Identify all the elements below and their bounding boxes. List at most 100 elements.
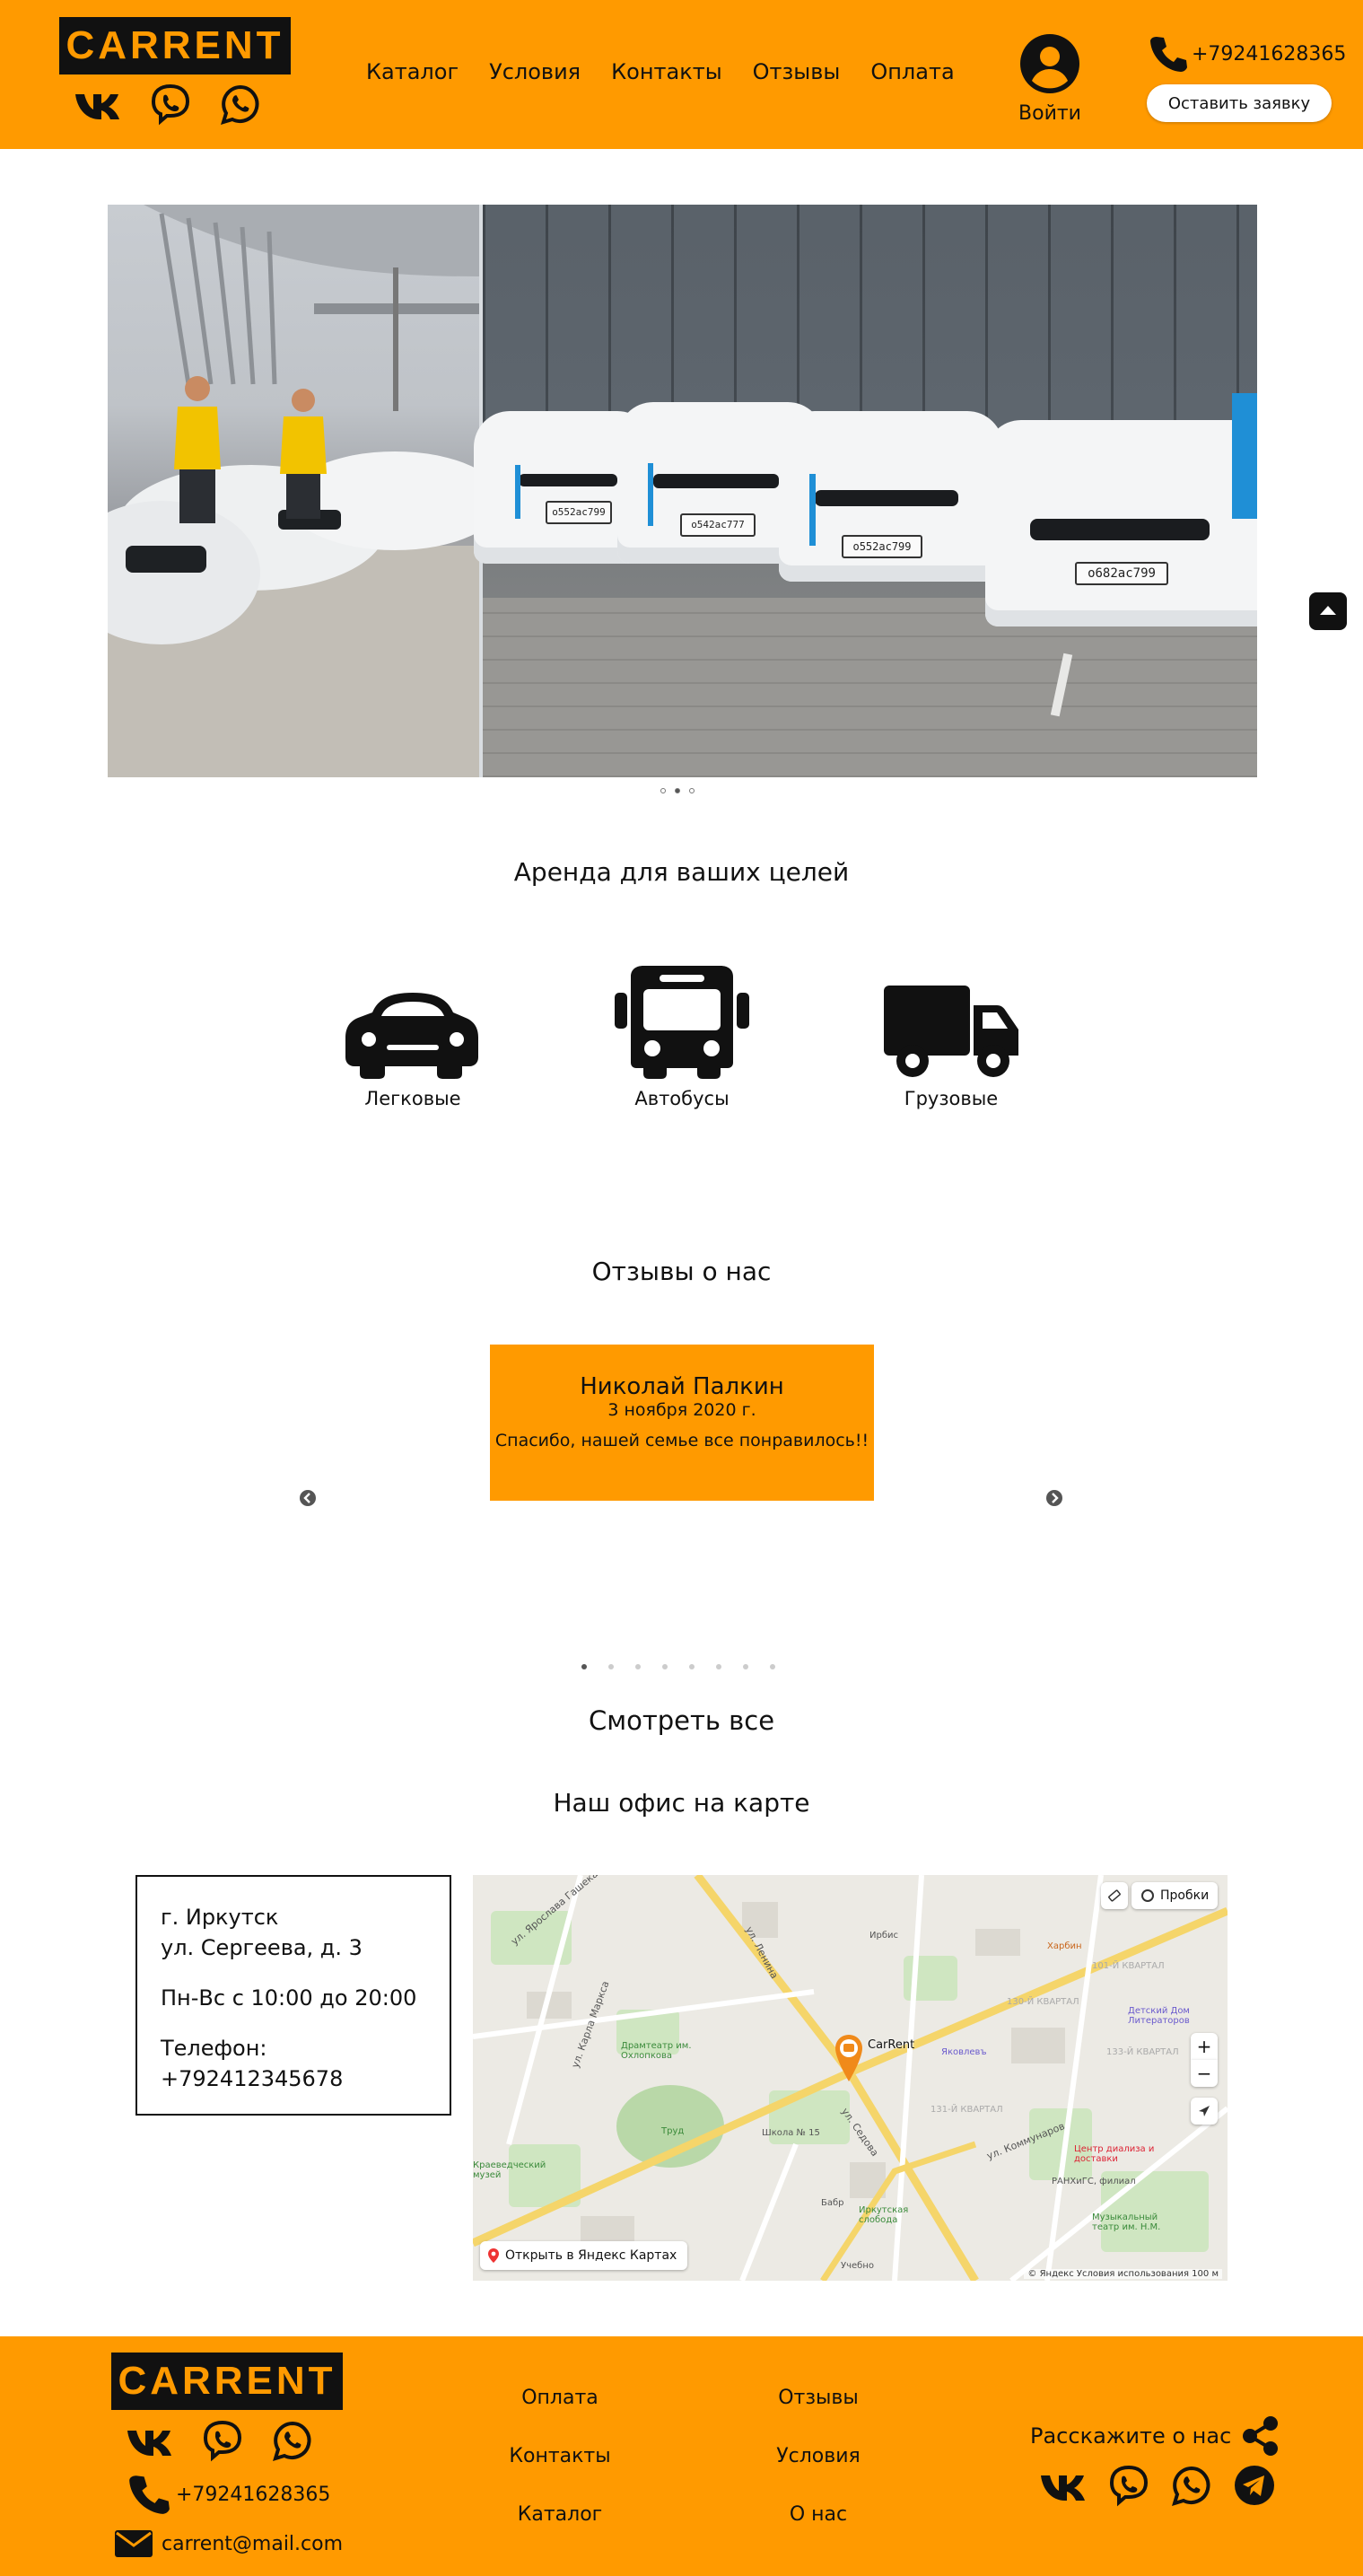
slider-dot[interactable] bbox=[660, 788, 666, 793]
office-map[interactable]: ул. Ярослава Гашека ул. Ленина ул. Седов… bbox=[473, 1875, 1228, 2281]
map-label: Иркутская слобода bbox=[859, 2205, 909, 2225]
review-prev-button[interactable] bbox=[300, 1490, 316, 1506]
category-trucks[interactable]: Грузовые bbox=[870, 986, 1032, 1109]
review-dot[interactable] bbox=[662, 1664, 668, 1669]
footer-email[interactable]: carrent@mail.com bbox=[115, 2530, 343, 2557]
map-label: 130-Й КВАРТАЛ bbox=[1007, 1997, 1079, 2007]
ruler-icon bbox=[1108, 1889, 1121, 1902]
office-city: г. Иркутск bbox=[161, 1905, 279, 1930]
vk-icon[interactable] bbox=[74, 89, 122, 119]
chevron-left-icon bbox=[303, 1493, 310, 1503]
map-label: Яковлевъ bbox=[941, 2047, 987, 2057]
see-all-reviews-link[interactable]: Смотреть все bbox=[0, 1705, 1363, 1736]
map-label: Бабр bbox=[821, 2198, 844, 2208]
map-label: Драмтеатр им. Охлопкова bbox=[621, 2041, 692, 2061]
nav-reviews[interactable]: Отзывы bbox=[753, 59, 841, 84]
login-label: Войти bbox=[1018, 102, 1081, 125]
zoom-out-button[interactable]: − bbox=[1191, 2060, 1218, 2087]
share-socials bbox=[1039, 2464, 1276, 2507]
map-label: Детский Дом Литераторов bbox=[1128, 2006, 1190, 2026]
category-label: Легковые bbox=[364, 1088, 461, 1109]
nav-contacts[interactable]: Контакты bbox=[611, 59, 722, 84]
footer-phone[interactable]: +79241628365 bbox=[127, 2473, 330, 2516]
review-dot[interactable] bbox=[770, 1664, 775, 1669]
map-label: Краеведческий музей bbox=[473, 2160, 546, 2180]
header-phone-number: +79241628365 bbox=[1192, 42, 1347, 66]
hero-slider[interactable]: о552ас799 о542ас777 о552ас799 о682ас799 bbox=[108, 205, 1257, 777]
office-address: г. Иркутск ул. Сергеева, д. 3 bbox=[161, 1902, 426, 1963]
category-buses[interactable]: Автобусы bbox=[601, 966, 763, 1109]
scroll-to-top-button[interactable] bbox=[1309, 592, 1347, 630]
office-title: Наш офис на карте bbox=[553, 1788, 810, 1818]
footer-link-reviews[interactable]: Отзывы bbox=[729, 2387, 908, 2409]
site-header: CARRENT Каталог Условия Контакты Отзывы … bbox=[0, 0, 1363, 149]
office-info: г. Иркутск ул. Сергеева, д. 3 Пн-Вс с 10… bbox=[135, 1875, 451, 2116]
footer-link-catalog[interactable]: Каталог bbox=[470, 2503, 650, 2526]
header-socials bbox=[74, 83, 262, 126]
nav-conditions[interactable]: Условия bbox=[489, 59, 581, 84]
nav-catalog[interactable]: Каталог bbox=[366, 59, 459, 84]
review-dot[interactable] bbox=[743, 1664, 748, 1669]
license-plate: о542ас777 bbox=[680, 513, 756, 537]
footer-link-payment[interactable]: Оплата bbox=[470, 2387, 650, 2409]
footer-phone-number: +79241628365 bbox=[176, 2483, 331, 2506]
car-icon bbox=[345, 993, 478, 1079]
whatsapp-icon[interactable] bbox=[219, 83, 262, 126]
review-dot[interactable] bbox=[608, 1664, 614, 1669]
map-label: РАНХиГС, филиал bbox=[1052, 2177, 1136, 2186]
slider-dot[interactable] bbox=[689, 788, 695, 793]
office-phone[interactable]: +792412345678 bbox=[161, 2066, 343, 2091]
reviews-title: Отзывы о нас bbox=[591, 1257, 772, 1286]
map-label: Ирбис bbox=[869, 1931, 898, 1941]
zoom-in-button[interactable]: + bbox=[1191, 2033, 1218, 2060]
footer-logo[interactable]: CARRENT bbox=[111, 2353, 343, 2410]
map-pin-red-icon bbox=[488, 2248, 499, 2263]
footer-link-contacts[interactable]: Контакты bbox=[470, 2445, 650, 2467]
category-cars[interactable]: Легковые bbox=[332, 986, 494, 1109]
review-dot[interactable] bbox=[689, 1664, 695, 1669]
open-in-yandex-maps-button[interactable]: Открыть в Яндекс Картах bbox=[480, 2241, 688, 2270]
whatsapp-icon[interactable] bbox=[271, 2419, 314, 2462]
map-marker[interactable]: CarRent bbox=[834, 2033, 914, 2083]
review-next-button[interactable] bbox=[1046, 1490, 1062, 1506]
slider-dot[interactable] bbox=[675, 788, 680, 793]
viber-icon[interactable] bbox=[201, 2419, 244, 2462]
review-dot[interactable] bbox=[635, 1664, 641, 1669]
truck-icon bbox=[884, 986, 1018, 1077]
slide-photo-right: о552ас799 о542ас777 о552ас799 о682ас799 bbox=[474, 205, 1257, 777]
slider-dots bbox=[660, 788, 695, 793]
whatsapp-icon[interactable] bbox=[1170, 2464, 1213, 2507]
telegram-icon[interactable] bbox=[1233, 2464, 1276, 2507]
viber-icon[interactable] bbox=[1107, 2464, 1150, 2507]
nav-payment[interactable]: Оплата bbox=[870, 59, 954, 84]
ruler-button[interactable] bbox=[1101, 1882, 1128, 1909]
review-dot[interactable] bbox=[716, 1664, 721, 1669]
office-street: ул. Сергеева, д. 3 bbox=[161, 1935, 363, 1960]
vk-icon[interactable] bbox=[126, 2425, 174, 2456]
open-in-yandex-label: Открыть в Яндекс Картах bbox=[505, 2248, 677, 2263]
viber-icon[interactable] bbox=[149, 83, 192, 126]
geolocation-button[interactable] bbox=[1191, 2098, 1218, 2125]
share-icon[interactable] bbox=[1240, 2415, 1281, 2457]
review-card: Николай Палкин 3 ноября 2020 г. Спасибо,… bbox=[490, 1345, 874, 1501]
person-figure bbox=[174, 376, 221, 523]
user-icon bbox=[1020, 34, 1079, 93]
footer-link-conditions[interactable]: Условия bbox=[729, 2445, 908, 2467]
map-label: Центр диализа и доставки bbox=[1074, 2144, 1155, 2164]
office-phone-label: Телефон: bbox=[161, 2036, 267, 2061]
traffic-button[interactable]: Пробки bbox=[1131, 1882, 1219, 1909]
request-button[interactable]: Оставить заявку bbox=[1147, 84, 1332, 122]
review-dot[interactable] bbox=[581, 1664, 587, 1669]
category-label: Грузовые bbox=[904, 1088, 999, 1109]
review-dots bbox=[581, 1664, 775, 1669]
login-button[interactable]: Войти bbox=[1009, 34, 1090, 125]
logo[interactable]: CARRENT bbox=[59, 17, 291, 74]
map-copyright: © Яндекс Условия использования 100 м bbox=[1024, 2269, 1222, 2279]
map-label: Харбин bbox=[1047, 1941, 1082, 1951]
header-phone[interactable]: +79241628365 bbox=[1149, 34, 1346, 74]
traffic-label: Пробки bbox=[1160, 1888, 1210, 1903]
footer-link-about[interactable]: О нас bbox=[729, 2503, 908, 2526]
vk-icon[interactable] bbox=[1039, 2470, 1088, 2501]
map-label: Школа № 15 bbox=[762, 2128, 820, 2138]
share-label: Расскажите о нас bbox=[1030, 2423, 1232, 2449]
